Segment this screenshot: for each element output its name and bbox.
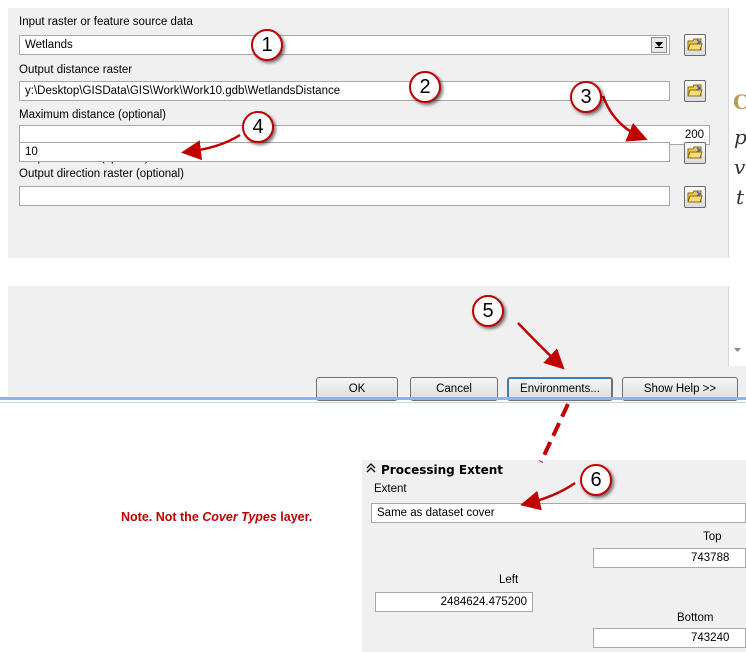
dashed-connector	[539, 403, 570, 463]
callout-arrow	[181, 133, 241, 161]
callout-arrow	[520, 481, 576, 511]
callout-badge-5: 5	[472, 295, 504, 327]
callout-arrow	[517, 322, 565, 370]
callout-badge-1: 1	[251, 29, 283, 61]
callout-badge-3: 3	[570, 81, 602, 113]
callout-badge-2: 2	[409, 71, 441, 103]
callout-badge-4: 4	[242, 111, 274, 143]
annotation-arrows	[181, 95, 648, 511]
callout-badge-6: 6	[580, 464, 612, 496]
callout-arrow	[601, 95, 648, 142]
